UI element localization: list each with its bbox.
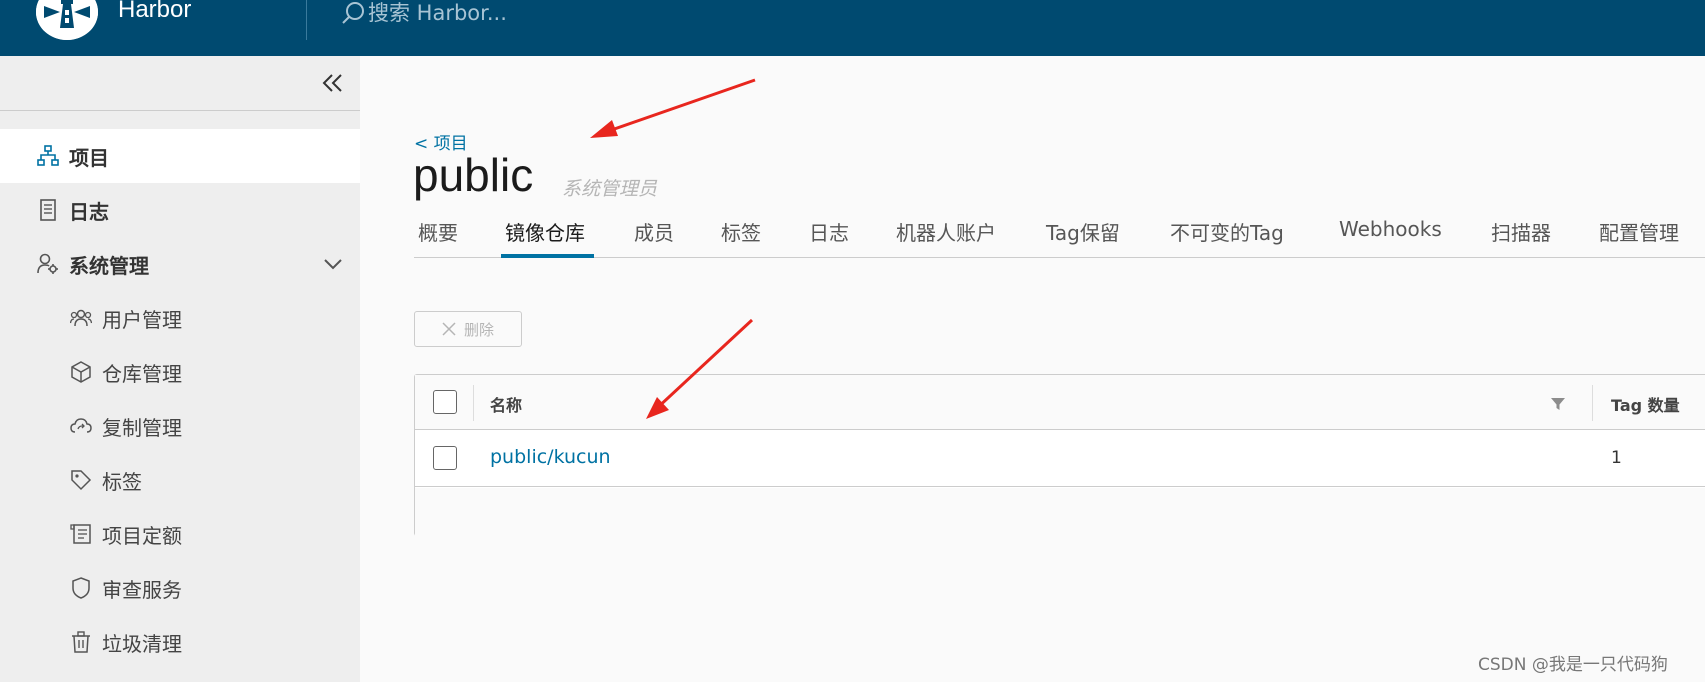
- page-title: public: [413, 149, 534, 201]
- grid-header: 名称 Tag 数量: [415, 375, 1705, 430]
- cube-icon: [69, 360, 93, 384]
- users-icon: [69, 306, 93, 330]
- filter-icon[interactable]: [1549, 395, 1567, 413]
- column-header-name[interactable]: 名称: [490, 392, 522, 416]
- sidebar-item-label: 垃圾清理: [102, 631, 182, 656]
- repository-link[interactable]: public/kucun: [490, 446, 611, 468]
- tag-count: 1: [1611, 448, 1622, 468]
- grid-footer: [415, 488, 1705, 536]
- sidebar-separator: [0, 110, 360, 111]
- sidebar-item-gc[interactable]: 垃圾清理: [0, 615, 360, 669]
- cloud-sync-icon: [69, 414, 93, 438]
- sidebar-item-label: 标签: [102, 469, 142, 494]
- tab-immutable-tags[interactable]: 不可变的Tag: [1170, 217, 1284, 246]
- column-separator: [1592, 385, 1593, 421]
- tab-members[interactable]: 成员: [634, 217, 674, 246]
- sidebar-item-labels[interactable]: 标签: [0, 453, 360, 507]
- sidebar-item-logs[interactable]: 日志: [0, 183, 360, 237]
- role-label: 系统管理员: [562, 178, 658, 200]
- sidebar-item-registries[interactable]: 仓库管理: [0, 345, 360, 399]
- brand-name[interactable]: Harbor: [118, 0, 191, 24]
- sidebar-item-label: 项目: [69, 145, 109, 170]
- sidebar-item-label: 项目定额: [102, 523, 182, 548]
- sidebar-item-label: 审查服务: [102, 577, 182, 602]
- tab-configuration[interactable]: 配置管理: [1599, 217, 1679, 246]
- sidebar-item-users[interactable]: 用户管理: [0, 291, 360, 345]
- annotation-arrow-top: [590, 78, 756, 138]
- sidebar: 项目 日志 系统管理 用户管理 仓库管理 复制管理 标签 项目定额 审查服务 垃…: [0, 56, 360, 682]
- tab-scanner[interactable]: 扫描器: [1491, 217, 1551, 246]
- close-icon: [442, 322, 456, 336]
- row-checkbox[interactable]: [433, 446, 457, 470]
- harbor-logo-icon[interactable]: [36, 0, 98, 40]
- sidebar-item-quotas[interactable]: 项目定额: [0, 507, 360, 561]
- delete-button-label: 删除: [463, 320, 494, 339]
- tab-labels[interactable]: 标签: [721, 217, 761, 246]
- shield-icon: [69, 576, 93, 600]
- tab-webhooks[interactable]: Webhooks: [1339, 217, 1442, 241]
- sidebar-item-label: 用户管理: [102, 307, 182, 332]
- double-chevron-left-icon: [322, 74, 342, 92]
- search-icon: [342, 2, 364, 24]
- active-tab-indicator: [501, 254, 594, 258]
- tab-repositories[interactable]: 镜像仓库: [505, 217, 585, 246]
- column-separator: [473, 385, 474, 421]
- sidebar-collapse-button[interactable]: [318, 68, 348, 98]
- log-icon: [36, 198, 60, 222]
- quota-icon: [69, 522, 93, 546]
- chevron-down-icon[interactable]: [322, 253, 344, 275]
- tab-robot-accounts[interactable]: 机器人账户: [896, 217, 996, 246]
- project-icon: [36, 144, 60, 168]
- delete-button[interactable]: 删除: [414, 311, 522, 347]
- header-divider: [306, 0, 307, 40]
- admin-icon: [36, 252, 60, 276]
- app-header: Harbor: [0, 0, 1705, 56]
- select-all-checkbox[interactable]: [433, 390, 457, 414]
- sidebar-item-projects[interactable]: 项目: [0, 129, 360, 183]
- global-search[interactable]: [342, 0, 682, 28]
- project-tabs: 概要 镜像仓库 成员 标签 日志 机器人账户 Tag保留 不可变的Tag Web…: [414, 213, 1705, 258]
- trash-icon: [69, 630, 93, 654]
- sidebar-item-label: 仓库管理: [102, 361, 182, 386]
- table-row: public/kucun 1: [415, 431, 1705, 487]
- column-header-tag-count[interactable]: Tag 数量: [1611, 392, 1680, 416]
- tab-summary[interactable]: 概要: [418, 217, 458, 246]
- sidebar-item-label: 复制管理: [102, 415, 182, 440]
- search-input[interactable]: [368, 1, 668, 25]
- tab-tag-retention[interactable]: Tag保留: [1046, 217, 1120, 246]
- sidebar-item-label: 系统管理: [69, 253, 149, 278]
- repositories-grid: 名称 Tag 数量 public/kucun 1: [414, 374, 1705, 536]
- sidebar-item-interrogation[interactable]: 审查服务: [0, 561, 360, 615]
- tab-logs[interactable]: 日志: [809, 217, 849, 246]
- watermark: CSDN @我是一只代码狗: [1478, 655, 1668, 675]
- sidebar-item-replications[interactable]: 复制管理: [0, 399, 360, 453]
- tag-icon: [69, 468, 93, 492]
- sidebar-item-label: 日志: [69, 199, 109, 224]
- sidebar-item-admin[interactable]: 系统管理: [0, 237, 360, 291]
